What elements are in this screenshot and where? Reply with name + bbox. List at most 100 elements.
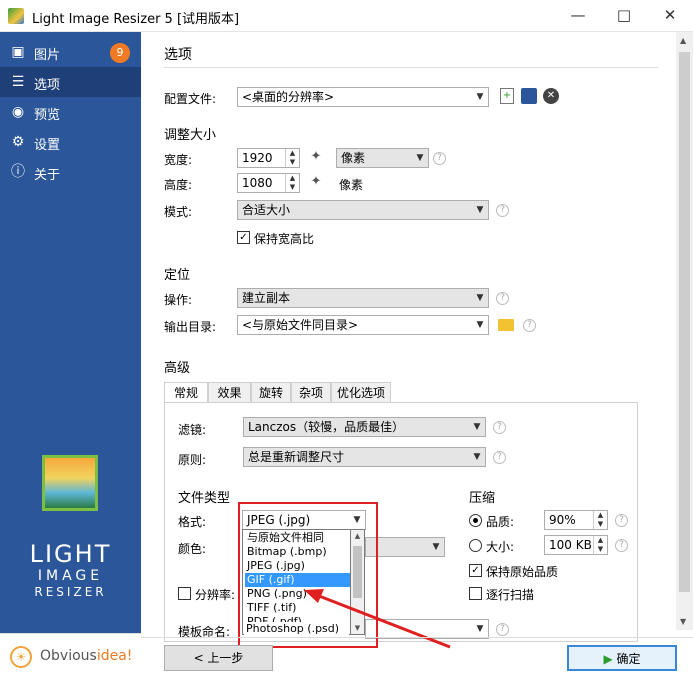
window-title: Light Image Resizer 5 [试用版本] (32, 12, 240, 27)
stepper-arrows-icon[interactable]: ▲ ▼ (285, 149, 299, 167)
delete-profile-icon[interactable]: ✕ (543, 88, 559, 104)
logo-text-light: LIGHT (29, 540, 112, 568)
magic-wand-icon[interactable]: ✦ (308, 174, 324, 190)
sidebar-item-preview[interactable]: ◉ 预览 (0, 97, 141, 127)
progressive-checkbox[interactable] (469, 587, 482, 600)
lightbulb-icon: ☀ (10, 646, 32, 668)
logo-text-resizer: RESIZER (34, 585, 107, 599)
maximize-button[interactable]: □ (601, 0, 647, 32)
help-icon[interactable]: ? (433, 152, 446, 165)
width-stepper[interactable]: 1920 ▲ ▼ (237, 148, 300, 168)
size-radio[interactable] (469, 539, 482, 552)
quality-radio[interactable] (469, 514, 482, 527)
minimize-button[interactable]: — (555, 0, 601, 32)
chevron-down-icon: ▼ (473, 452, 481, 462)
ok-button[interactable]: ▶ 确定 (567, 645, 677, 671)
help-icon[interactable]: ? (615, 539, 628, 552)
info-icon: ⓘ (11, 164, 25, 180)
sidebar-item-options[interactable]: ☰ 选项 (0, 67, 141, 97)
title-bar: Light Image Resizer 5 [试用版本] — □ ✕ (0, 0, 693, 32)
mode-value: 合适大小 (242, 203, 291, 217)
logo-text-image: IMAGE (37, 568, 104, 584)
mode-dropdown[interactable]: 合适大小 ▼ (237, 200, 489, 220)
chevron-down-icon: ▼ (432, 542, 440, 552)
height-stepper[interactable]: 1080 ▲ ▼ (237, 173, 300, 193)
quality-value: 90% (549, 513, 576, 527)
folder-icon[interactable] (498, 319, 514, 331)
gear-icon: ⚙ (11, 134, 25, 150)
help-icon[interactable]: ? (493, 421, 506, 434)
chevron-down-icon: ▼ (476, 205, 484, 215)
back-button[interactable]: < 上一步 (164, 645, 273, 671)
color-label: 颜色: (178, 542, 207, 556)
help-icon[interactable]: ? (493, 451, 506, 464)
magic-wand-icon[interactable]: ✦ (308, 149, 324, 165)
resolution-checkbox[interactable] (178, 587, 191, 600)
chevron-down-icon: ▼ (476, 624, 484, 634)
help-icon[interactable]: ? (523, 319, 536, 332)
page-title: 选项 (164, 47, 192, 63)
scroll-thumb[interactable] (679, 52, 690, 592)
brand-name: Obviousidea! (40, 648, 133, 664)
app-logo-image (42, 455, 98, 511)
chevron-down-icon: ▼ (476, 320, 484, 330)
operation-dropdown[interactable]: 建立副本 ▼ (237, 288, 489, 308)
images-icon: ▣ (11, 44, 25, 60)
keep-quality-label: 保持原始品质 (486, 565, 559, 579)
ok-button-label: 确定 (616, 652, 641, 666)
chevron-down-icon: ▼ (416, 153, 424, 163)
sidebar-item-about[interactable]: ⓘ 关于 (0, 157, 141, 187)
footer-divider (141, 637, 693, 638)
play-icon: ▶ (603, 652, 613, 666)
tab-effects[interactable]: 效果 (208, 382, 251, 403)
width-value: 1920 (242, 151, 273, 165)
unit-value: 像素 (341, 151, 366, 165)
keep-ratio-label: 保持宽高比 (254, 232, 315, 246)
sidebar-item-label: 预览 (34, 108, 61, 123)
help-icon[interactable]: ? (496, 623, 509, 636)
tab-rotate[interactable]: 旋转 (251, 382, 291, 403)
new-profile-icon[interactable]: + (500, 88, 514, 104)
output-folder-dropdown[interactable]: <与原始文件同目录> ▼ (237, 315, 489, 335)
stepper-arrows-icon[interactable]: ▲ ▼ (593, 536, 607, 554)
sliders-icon: ☰ (11, 74, 25, 90)
resolution-label: 分辨率: (195, 588, 236, 602)
tab-optimize[interactable]: 优化选项 (331, 382, 391, 403)
sidebar-item-label: 关于 (34, 168, 61, 183)
height-unit-text: 像素 (339, 178, 364, 192)
stepper-arrows-icon[interactable]: ▲ ▼ (285, 174, 299, 192)
filter-dropdown[interactable]: Lanczos（较慢，品质最佳） ▼ (243, 417, 486, 437)
filetype-section-title: 文件类型 (178, 491, 231, 506)
scroll-up-icon[interactable]: ▲ (680, 36, 686, 45)
help-icon[interactable]: ? (496, 204, 509, 217)
help-icon[interactable]: ? (615, 514, 628, 527)
sidebar-item-settings[interactable]: ⚙ 设置 (0, 127, 141, 157)
keep-quality-checkbox[interactable]: ✓ (469, 564, 482, 577)
profile-dropdown[interactable]: <桌面的分辨率> ▼ (237, 87, 489, 107)
main-scrollbar[interactable]: ▲ ▼ (676, 32, 693, 630)
sidebar-item-images[interactable]: ▣ 图片 9 (0, 37, 141, 67)
rule-dropdown[interactable]: 总是重新调整尺寸 ▼ (243, 447, 486, 467)
height-value: 1080 (242, 176, 273, 190)
help-icon[interactable]: ? (496, 292, 509, 305)
quality-stepper[interactable]: 90% ▲ ▼ (544, 510, 608, 530)
annotation-arrow (304, 589, 451, 649)
mode-label: 模式: (164, 205, 193, 219)
close-button[interactable]: ✕ (647, 0, 693, 32)
filter-value: Lanczos（较慢，品质最佳） (248, 420, 405, 434)
stepper-arrows-icon[interactable]: ▲ ▼ (593, 511, 607, 529)
sidebar-item-label: 设置 (34, 138, 61, 153)
size-stepper[interactable]: 100 KB ▲ ▼ (544, 535, 608, 555)
rule-value: 总是重新调整尺寸 (248, 450, 345, 464)
scroll-down-icon[interactable]: ▼ (680, 617, 686, 626)
output-folder-value: <与原始文件同目录> (242, 318, 359, 332)
keep-ratio-checkbox[interactable]: ✓ (237, 231, 250, 244)
arrow-head (304, 589, 324, 603)
profile-value: <桌面的分辨率> (242, 90, 335, 104)
save-profile-icon[interactable] (521, 88, 537, 104)
unit-dropdown[interactable]: 像素 ▼ (336, 148, 429, 168)
width-label: 宽度: (164, 153, 193, 167)
position-section-title: 定位 (164, 268, 191, 283)
tab-misc[interactable]: 杂项 (291, 382, 331, 403)
tab-general[interactable]: 常规 (164, 382, 208, 404)
